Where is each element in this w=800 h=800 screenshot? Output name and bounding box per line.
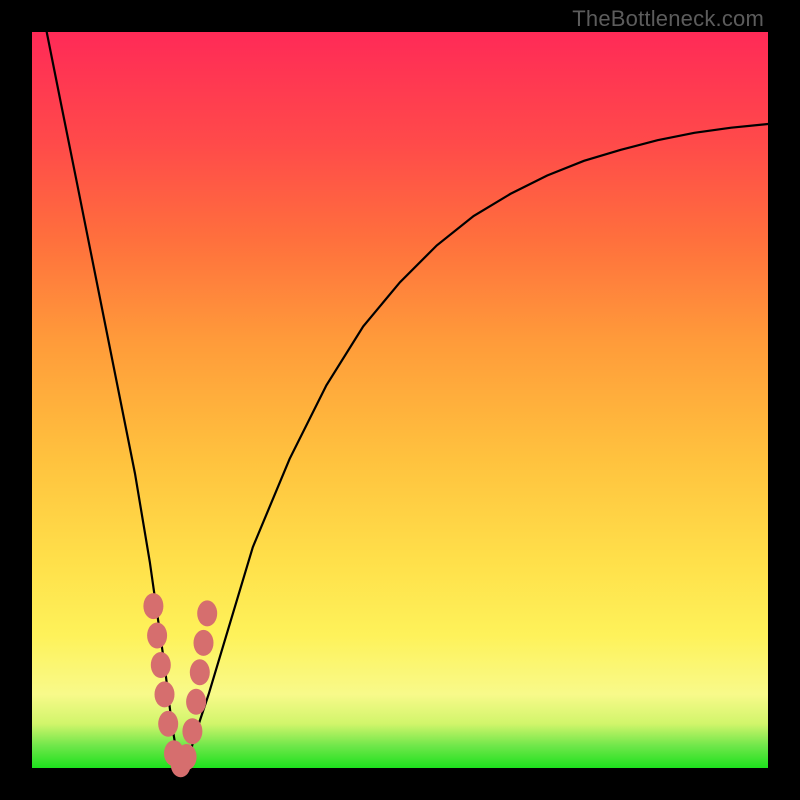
- scatter-point: [147, 623, 167, 649]
- scatter-point: [197, 600, 217, 626]
- scatter-point: [190, 659, 210, 685]
- scatter-markers: [143, 593, 217, 777]
- scatter-point: [158, 711, 178, 737]
- watermark-text: TheBottleneck.com: [572, 6, 764, 32]
- scatter-point: [194, 630, 214, 656]
- scatter-point: [182, 718, 202, 744]
- scatter-point: [177, 744, 197, 770]
- scatter-point: [151, 652, 171, 678]
- chart-frame: TheBottleneck.com: [0, 0, 800, 800]
- scatter-point: [186, 689, 206, 715]
- scatter-point: [143, 593, 163, 619]
- plot-area: [32, 32, 768, 768]
- scatter-point: [155, 681, 175, 707]
- chart-svg: [32, 32, 768, 768]
